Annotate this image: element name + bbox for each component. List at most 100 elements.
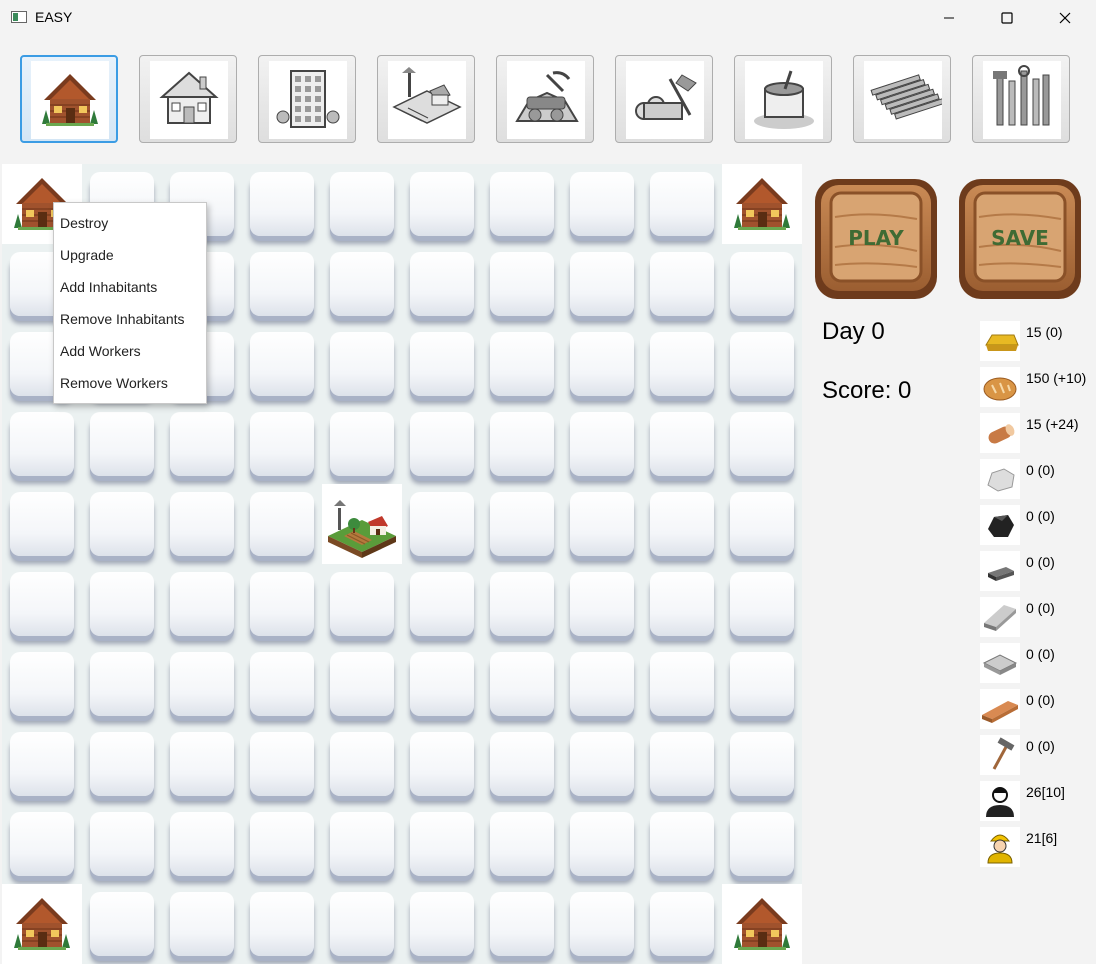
- grid-cell-empty[interactable]: [482, 324, 562, 404]
- grid-cell-empty[interactable]: [162, 724, 242, 804]
- grid-cell-empty[interactable]: [642, 404, 722, 484]
- grid-cell-empty[interactable]: [322, 724, 402, 804]
- grid-cell-empty[interactable]: [562, 244, 642, 324]
- grid-cell-empty[interactable]: [642, 244, 722, 324]
- grid-cell-empty[interactable]: [242, 164, 322, 244]
- grid-cell-empty[interactable]: [722, 324, 802, 404]
- grid-cell-empty[interactable]: [482, 564, 562, 644]
- grid-cell-empty[interactable]: [722, 724, 802, 804]
- grid-cell-empty[interactable]: [242, 564, 322, 644]
- grid-cell-empty[interactable]: [642, 644, 722, 724]
- grid-cell-empty[interactable]: [722, 484, 802, 564]
- grid-cell-empty[interactable]: [322, 564, 402, 644]
- grid-cell-empty[interactable]: [82, 644, 162, 724]
- grid-cell-empty[interactable]: [642, 164, 722, 244]
- grid-cell-empty[interactable]: [722, 564, 802, 644]
- grid-cell-empty[interactable]: [642, 804, 722, 884]
- grid-cell-empty[interactable]: [482, 244, 562, 324]
- menu-item-add-inhabitants[interactable]: Add Inhabitants: [60, 279, 157, 295]
- grid-cell-farm[interactable]: [322, 484, 402, 564]
- menu-item-destroy[interactable]: Destroy: [60, 215, 108, 231]
- grid-cell-empty[interactable]: [402, 324, 482, 404]
- grid-cell-empty[interactable]: [722, 244, 802, 324]
- grid-cell-empty[interactable]: [482, 644, 562, 724]
- grid-cell-empty[interactable]: [482, 484, 562, 564]
- grid-cell-empty[interactable]: [562, 644, 642, 724]
- grid-cell-empty[interactable]: [402, 564, 482, 644]
- grid-cell-empty[interactable]: [242, 804, 322, 884]
- grid-cell-empty[interactable]: [242, 724, 322, 804]
- menu-item-remove-workers[interactable]: Remove Workers: [60, 375, 168, 391]
- grid-cell-empty[interactable]: [562, 484, 642, 564]
- grid-cell-empty[interactable]: [482, 884, 562, 964]
- grid-cell-empty[interactable]: [402, 164, 482, 244]
- grid-cell-log-cabin[interactable]: [2, 884, 82, 964]
- grid-cell-empty[interactable]: [2, 564, 82, 644]
- grid-cell-empty[interactable]: [562, 564, 642, 644]
- grid-cell-empty[interactable]: [722, 644, 802, 724]
- grid-cell-empty[interactable]: [562, 324, 642, 404]
- grid-cell-empty[interactable]: [322, 884, 402, 964]
- grid-cell-empty[interactable]: [562, 404, 642, 484]
- grid-cell-empty[interactable]: [322, 804, 402, 884]
- grid-cell-empty[interactable]: [162, 484, 242, 564]
- grid-cell-empty[interactable]: [402, 244, 482, 324]
- grid-cell-empty[interactable]: [322, 164, 402, 244]
- grid-cell-empty[interactable]: [242, 324, 322, 404]
- grid-cell-empty[interactable]: [82, 884, 162, 964]
- grid-cell-empty[interactable]: [2, 484, 82, 564]
- grid-cell-empty[interactable]: [482, 804, 562, 884]
- grid-cell-empty[interactable]: [642, 564, 722, 644]
- grid-cell-empty[interactable]: [402, 484, 482, 564]
- grid-cell-empty[interactable]: [642, 884, 722, 964]
- tool-lumber-mill-button[interactable]: [615, 55, 713, 143]
- grid-cell-empty[interactable]: [162, 404, 242, 484]
- grid-cell-empty[interactable]: [162, 564, 242, 644]
- grid-cell-empty[interactable]: [402, 804, 482, 884]
- minimize-button[interactable]: [920, 0, 978, 36]
- close-button[interactable]: [1036, 0, 1094, 36]
- tool-log-cabin-button[interactable]: [20, 55, 118, 143]
- grid-cell-empty[interactable]: [82, 804, 162, 884]
- grid-cell-empty[interactable]: [402, 644, 482, 724]
- tool-apartment-button[interactable]: [258, 55, 356, 143]
- grid-cell-empty[interactable]: [562, 804, 642, 884]
- grid-cell-empty[interactable]: [82, 404, 162, 484]
- grid-cell-empty[interactable]: [402, 724, 482, 804]
- grid-cell-empty[interactable]: [562, 884, 642, 964]
- grid-cell-empty[interactable]: [402, 404, 482, 484]
- grid-cell-empty[interactable]: [482, 404, 562, 484]
- grid-cell-empty[interactable]: [322, 324, 402, 404]
- grid-cell-log-cabin[interactable]: [722, 884, 802, 964]
- grid-cell-empty[interactable]: [242, 404, 322, 484]
- grid-cell-empty[interactable]: [242, 884, 322, 964]
- grid-cell-empty[interactable]: [562, 164, 642, 244]
- grid-cell-empty[interactable]: [642, 724, 722, 804]
- grid-cell-empty[interactable]: [2, 724, 82, 804]
- grid-cell-log-cabin[interactable]: [722, 164, 802, 244]
- grid-cell-empty[interactable]: [642, 484, 722, 564]
- menu-item-remove-inhabitants[interactable]: Remove Inhabitants: [60, 311, 185, 327]
- grid-cell-empty[interactable]: [322, 404, 402, 484]
- tool-tool-factory-button[interactable]: [972, 55, 1070, 143]
- grid-cell-empty[interactable]: [722, 804, 802, 884]
- save-button[interactable]: SAVE: [957, 177, 1083, 301]
- maximize-button[interactable]: [978, 0, 1036, 36]
- grid-cell-empty[interactable]: [2, 804, 82, 884]
- grid-cell-empty[interactable]: [82, 564, 162, 644]
- grid-cell-empty[interactable]: [162, 884, 242, 964]
- grid-cell-empty[interactable]: [482, 724, 562, 804]
- grid-cell-empty[interactable]: [162, 804, 242, 884]
- tool-farm-button[interactable]: [377, 55, 475, 143]
- grid-cell-empty[interactable]: [242, 484, 322, 564]
- grid-cell-empty[interactable]: [402, 884, 482, 964]
- grid-cell-empty[interactable]: [2, 644, 82, 724]
- tool-cement-plant-button[interactable]: [734, 55, 832, 143]
- grid-cell-empty[interactable]: [322, 644, 402, 724]
- grid-cell-empty[interactable]: [82, 724, 162, 804]
- tool-steel-mill-button[interactable]: [853, 55, 951, 143]
- grid-cell-empty[interactable]: [722, 404, 802, 484]
- grid-cell-empty[interactable]: [482, 164, 562, 244]
- play-button[interactable]: PLAY: [813, 177, 939, 301]
- menu-item-upgrade[interactable]: Upgrade: [60, 247, 114, 263]
